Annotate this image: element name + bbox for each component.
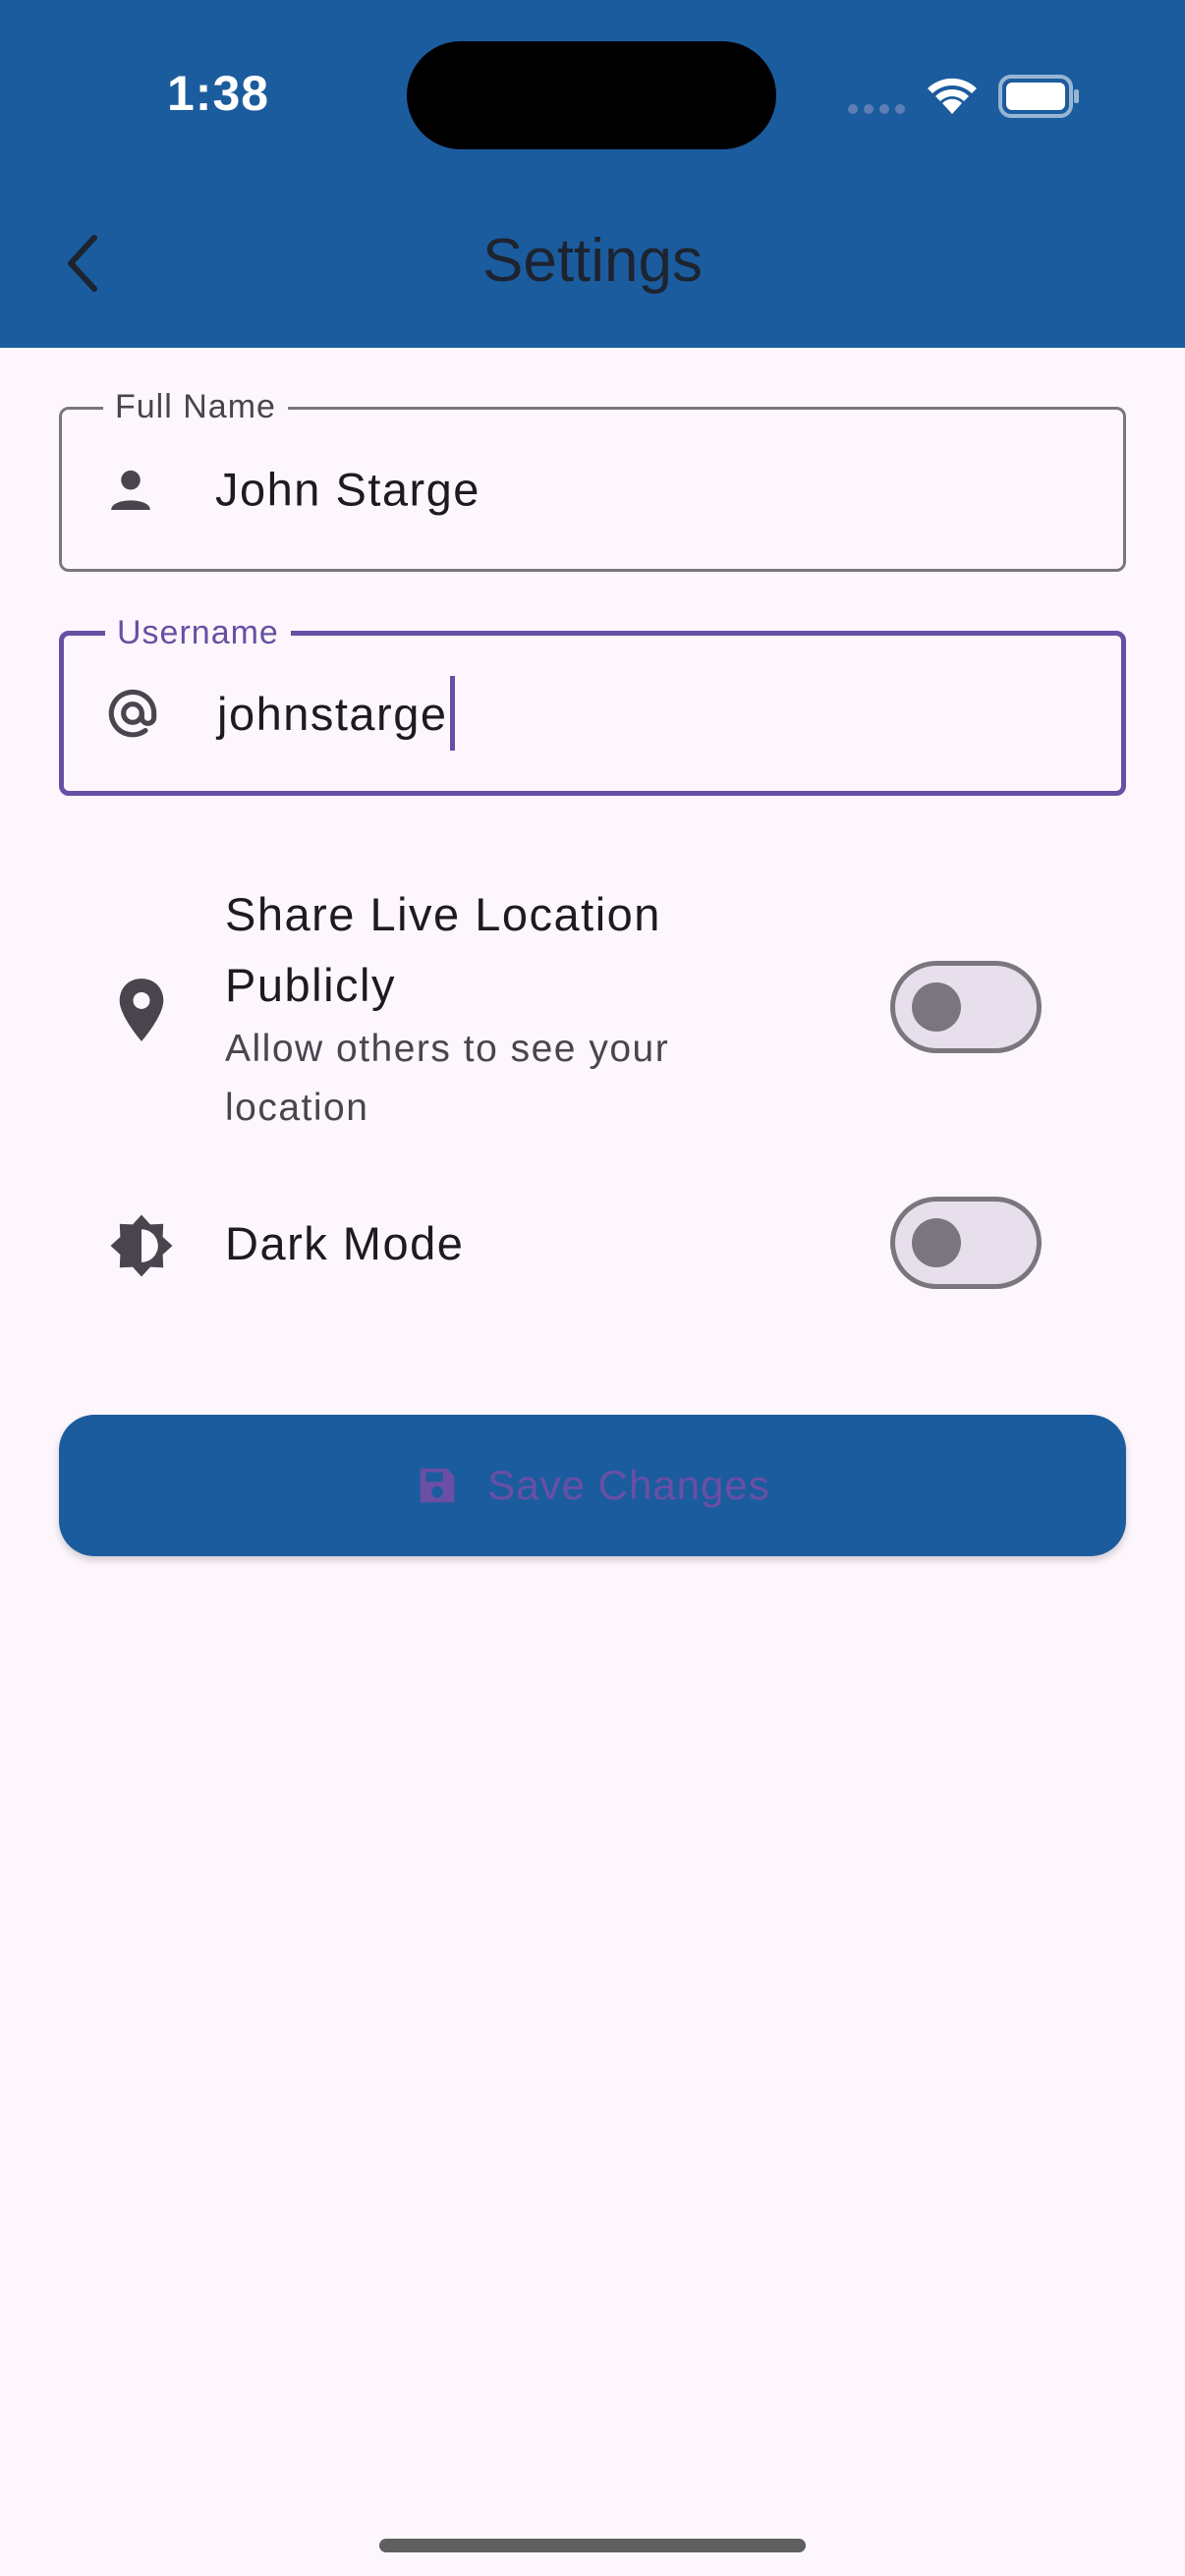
full-name-field[interactable]: Full Name John Starge (59, 388, 1126, 572)
location-pin-icon (102, 977, 181, 1043)
text-caret (449, 676, 455, 751)
share-location-switch[interactable] (890, 961, 1042, 1053)
at-sign-icon (101, 682, 164, 745)
status-time: 1:38 (167, 66, 270, 121)
brightness-icon (102, 1210, 181, 1281)
page-title: Settings (481, 227, 704, 295)
dynamic-island (407, 41, 776, 149)
home-indicator (379, 2539, 806, 2552)
share-location-title-line2: Publicly (225, 959, 396, 1011)
username-input[interactable]: johnstarge (217, 676, 455, 751)
battery-icon (998, 75, 1079, 118)
username-value: johnstarge (217, 687, 448, 740)
dark-mode-switch[interactable] (890, 1197, 1042, 1289)
cellular-signal-icon (848, 104, 905, 114)
share-location-title-line1: Share Live Location (225, 888, 661, 940)
dark-mode-title: Dark Mode (225, 1217, 465, 1269)
wifi-icon (928, 78, 977, 114)
share-location-subtitle-line1: Allow others to see your (225, 1028, 670, 1070)
share-location-subtitle-line2: location (225, 1087, 369, 1129)
floppy-disk-icon (420, 1468, 455, 1503)
save-changes-label: Save Changes (487, 1462, 770, 1508)
save-changes-button[interactable]: Save Changes (59, 1415, 1126, 1556)
username-label: Username (105, 614, 291, 652)
person-icon (99, 458, 162, 521)
switch-knob (912, 982, 961, 1032)
username-field[interactable]: Username johnstarge (59, 614, 1126, 796)
app-bar: 1:38 Settings (0, 0, 1185, 348)
full-name-label: Full Name (103, 388, 288, 426)
full-name-input[interactable]: John Starge (215, 463, 480, 517)
switch-knob (912, 1218, 961, 1267)
